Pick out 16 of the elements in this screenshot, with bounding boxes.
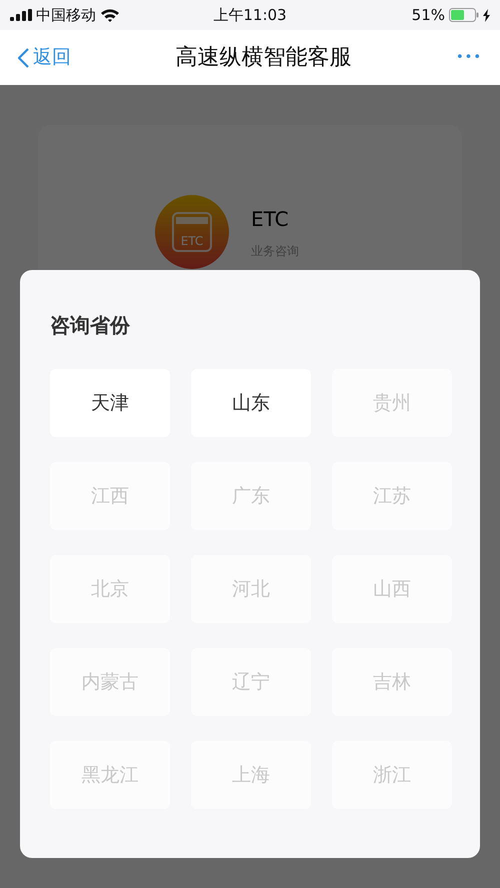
battery-icon [449,8,479,22]
etc-logo-icon: ETC [155,195,229,269]
carrier-name: 中国移动 [36,4,96,26]
battery-percent: 51% [412,4,445,26]
sheet-title: 咨询省份 [50,312,131,339]
page-title: 高速纵横智能客服 [175,45,352,70]
back-button[interactable]: 返回 [18,43,71,72]
charging-icon [483,8,490,22]
service-name: ETC [251,206,290,233]
status-time: 上午11:03 [213,6,287,24]
province-option[interactable]: 天津 [50,369,170,437]
province-option[interactable]: 山东 [191,369,311,437]
signal-icon [10,9,32,21]
more-button[interactable]: ••• [456,48,482,68]
wifi-icon [100,8,120,22]
back-chevron-icon [18,48,29,68]
